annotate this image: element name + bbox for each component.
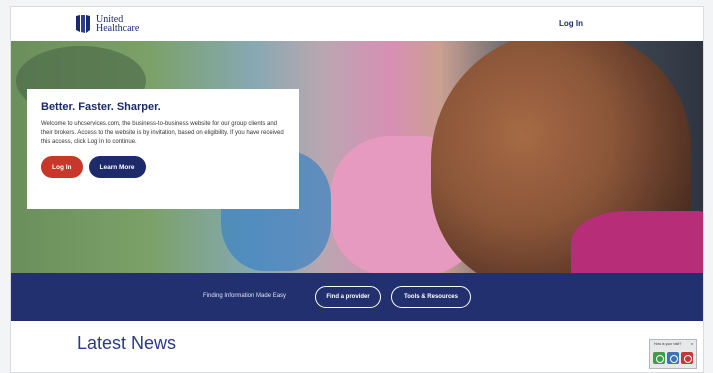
smile-face-icon[interactable] <box>653 352 665 364</box>
unitedhealthcare-logo[interactable]: United Healthcare <box>75 14 139 34</box>
hero-card: Better. Faster. Sharper. Welcome to uhcs… <box>27 89 299 209</box>
learn-more-button[interactable]: Learn More <box>88 156 146 178</box>
latest-news-heading: Latest News <box>77 333 177 353</box>
hero-description: Welcome to uhcservices.com, the business… <box>41 121 284 145</box>
feedback-close-icon[interactable]: x <box>691 341 693 346</box>
login-button[interactable]: Log In <box>41 156 83 178</box>
hero-button-row: Log In Learn More <box>41 156 285 178</box>
logo-shield-icon <box>76 15 90 33</box>
find-provider-button[interactable]: Find a provider <box>315 286 381 308</box>
neutral-face-icon[interactable] <box>667 352 679 364</box>
hero-banner: Better. Faster. Sharper. Welcome to uhcs… <box>11 41 703 273</box>
quicklinks-bar: Finding Information Made Easy Find a pro… <box>11 273 703 321</box>
tools-resources-button[interactable]: Tools & Resources <box>391 286 471 308</box>
browser-frame: United Healthcare Log In Better. Faster.… <box>10 6 704 373</box>
feedback-widget-label: How is your visit? <box>654 342 682 346</box>
quicklinks-tagline: Finding Information Made Easy <box>203 293 287 299</box>
hero-title: Better. Faster. Sharper. <box>41 101 161 113</box>
top-header: United Healthcare Log In <box>11 7 703 41</box>
frown-face-icon[interactable] <box>681 352 693 364</box>
brand-name-line2: Healthcare <box>96 23 140 34</box>
header-login-link[interactable]: Log In <box>559 19 583 28</box>
feedback-widget: How is your visit? x <box>649 339 697 369</box>
hero-photo-shirt <box>571 211 703 273</box>
